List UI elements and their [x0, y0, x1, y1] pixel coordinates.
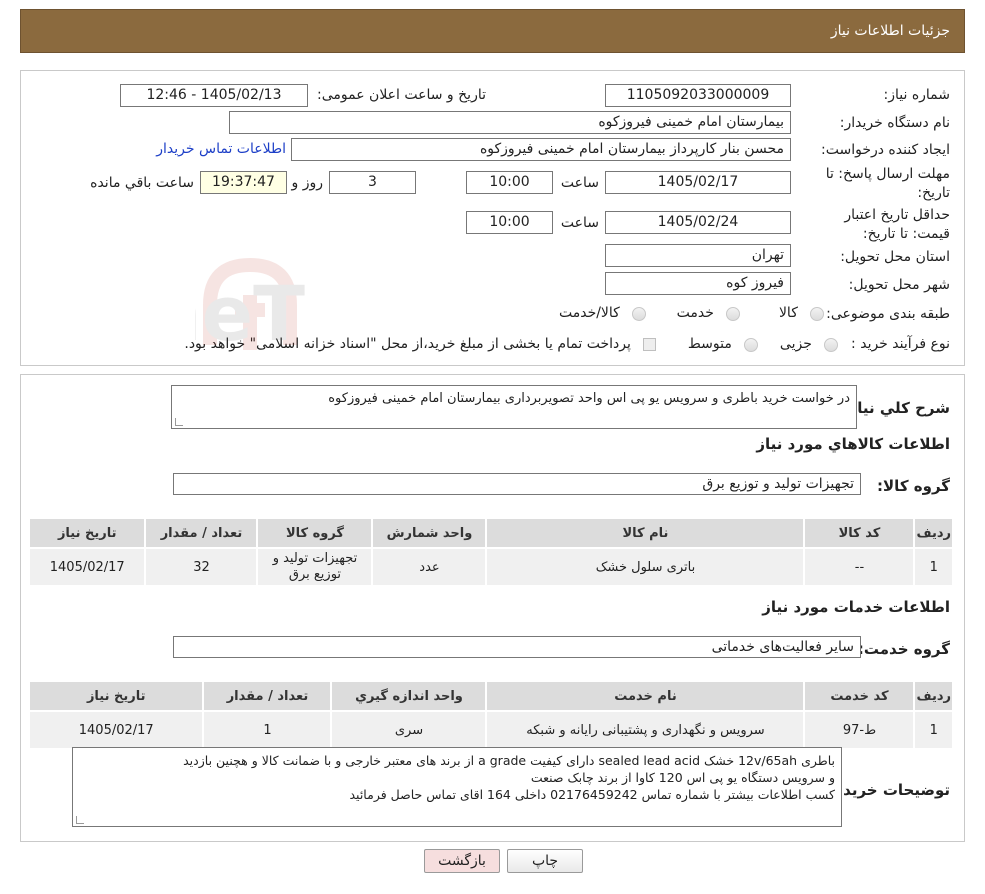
services-table: رديف کد خدمت نام خدمت واحد اندازه گيري ت… [27, 680, 954, 750]
process-label: نوع فرآیند خرید : [851, 336, 950, 352]
buyer-notes-line: و سرویس دستگاه یو پی اس 120 کاوا از برند… [530, 770, 835, 785]
deadline-time-field: 10:00 [466, 171, 553, 194]
city-field: فیروز کوه [605, 272, 791, 295]
process-minor-radio[interactable] [824, 337, 838, 352]
col-goods-code: کد کالا [803, 517, 916, 549]
validity-label: حداقل تاریخ اعتبار قیمت: تا تاریخ: [844, 207, 950, 242]
goods-group-field: تجهیزات تولید و توزیع برق [173, 473, 861, 495]
cell-service-name: سرویس و نگهداری و پشتیبانی رایانه و شبکه [485, 710, 806, 750]
process-medium-radio[interactable] [744, 337, 758, 352]
category-both-option[interactable]: کالا/خدمت [559, 305, 646, 321]
category-goods-radio[interactable] [810, 306, 824, 321]
validity-time-label: ساعت [560, 215, 599, 231]
services-section-title: اطلاعات خدمات مورد نياز [762, 598, 950, 616]
creator-field: محسن بنار کارپرداز بیمارستان امام خمینی … [291, 138, 791, 161]
cell-quantity: 32 [144, 547, 259, 587]
buyer-org-field: بیمارستان امام خمینی فیروزکوه [229, 111, 791, 134]
back-button[interactable]: بازگشت [424, 849, 500, 873]
process-minor-option[interactable]: جزیی [780, 336, 838, 352]
col-quantity: تعداد / مقدار [144, 517, 259, 549]
table-row: 1 -- باتری سلول خشک عدد تجهیزات تولید و … [27, 547, 954, 587]
need-number-label: شماره نیاز: [883, 87, 951, 103]
need-info-panel: شماره نیاز: 1105092033000009 تاریخ و ساع… [20, 70, 965, 366]
deadline-time-label: ساعت [560, 175, 599, 191]
deadline-label: مهلت ارسال پاسخ: تا تاریخ: [825, 166, 950, 201]
goods-section-title: اطلاعات کالاهاي مورد نياز [756, 435, 950, 453]
col-goods-group: گروه کالا [256, 517, 374, 549]
treasury-payment-option[interactable]: پرداخت تمام یا بخشی از مبلغ خرید،از محل … [184, 336, 656, 352]
col-goods-name: نام کالا [485, 517, 806, 549]
buyer-contact-link[interactable]: اطلاعات تماس خریدار [156, 141, 286, 157]
province-label: استان محل تحویل: [840, 249, 950, 265]
service-group-label: گروه خدمت: [857, 640, 950, 658]
validity-date-field: 1405/02/24 [605, 211, 791, 234]
service-group-field: سایر فعالیت‌های خدماتی [173, 636, 861, 658]
col-service-name: نام خدمت [485, 680, 806, 712]
cell-goods-code: -- [803, 547, 916, 587]
resize-handle-icon[interactable] [76, 816, 84, 824]
cell-goods-group: تجهیزات تولید و توزیع برق [256, 547, 374, 587]
announce-field: 1405/02/13 - 12:46 [120, 84, 308, 107]
deadline-date-field: 1405/02/17 [605, 171, 791, 194]
cell-row: 1 [913, 547, 954, 587]
table-row: 1 ط-97 سرویس و نگهداری و پشتیبانی رایانه… [27, 710, 954, 750]
cell-quantity: 1 [202, 710, 333, 750]
city-label: شهر محل تحویل: [848, 277, 950, 293]
process-medium-option[interactable]: متوسط [688, 336, 758, 352]
need-number-field: 1105092033000009 [605, 84, 791, 107]
cell-need-date: 1405/02/17 [27, 547, 147, 587]
cell-measure-unit: سری [330, 710, 488, 750]
col-unit: واحد شمارش [371, 517, 488, 549]
col-quantity: تعداد / مقدار [202, 680, 333, 712]
category-goods-option[interactable]: کالا [779, 305, 824, 321]
buyer-notes-line: کسب اطلاعات بیشتر با شماره تماس 02176459… [349, 787, 836, 802]
buyer-org-label: نام دستگاه خریدار: [839, 115, 950, 131]
col-service-code: کد خدمت [803, 680, 916, 712]
buyer-notes-line: باطری 12v/65ah خشک sealed lead acid دارا… [183, 753, 835, 768]
days-field: 3 [329, 171, 416, 194]
summary-text: در خواست خرید باطری و سرویس یو پی اس واح… [328, 391, 850, 406]
remaining-label: ساعت باقي مانده [90, 175, 194, 191]
col-measure-unit: واحد اندازه گيري [330, 680, 488, 712]
cell-service-code: ط-97 [803, 710, 916, 750]
col-need-date: تاريخ نياز [27, 517, 147, 549]
announce-label: تاریخ و ساعت اعلان عمومی: [317, 87, 486, 103]
details-panel: شرح کلي نياز: در خواست خرید باطری و سروی… [20, 374, 965, 842]
category-service-option[interactable]: خدمت [677, 305, 740, 321]
cell-goods-name: باتری سلول خشک [485, 547, 806, 587]
cell-unit: عدد [371, 547, 488, 587]
col-row: رديف [913, 517, 954, 549]
goods-table: رديف کد کالا نام کالا واحد شمارش گروه کا… [27, 517, 954, 587]
creator-label: ایجاد کننده درخواست: [821, 142, 950, 158]
buyer-notes-label: توضیحات خریدار: [823, 781, 950, 799]
goods-group-label: گروه کالا: [877, 477, 950, 495]
services-table-header: رديف کد خدمت نام خدمت واحد اندازه گيري ت… [27, 680, 954, 712]
remaining-time-field: 19:37:47 [200, 171, 287, 194]
category-label: طبقه بندی موضوعی: [826, 306, 950, 322]
validity-time-field: 10:00 [466, 211, 553, 234]
resize-handle-icon[interactable] [175, 418, 183, 426]
cell-row: 1 [913, 710, 954, 750]
print-button[interactable]: چاپ [507, 849, 583, 873]
page-header: جزئیات اطلاعات نیاز [20, 9, 965, 53]
summary-textarea[interactable]: در خواست خرید باطری و سرویس یو پی اس واح… [171, 385, 857, 429]
province-field: تهران [605, 244, 791, 267]
days-label: روز و [291, 175, 324, 191]
buyer-notes-textarea[interactable]: باطری 12v/65ah خشک sealed lead acid دارا… [72, 747, 842, 827]
summary-label: شرح کلي نياز: [842, 399, 950, 417]
category-both-radio[interactable] [632, 306, 646, 321]
col-row: رديف [913, 680, 954, 712]
col-need-date: تاريخ نياز [27, 680, 205, 712]
goods-table-header: رديف کد کالا نام کالا واحد شمارش گروه کا… [27, 517, 954, 549]
treasury-payment-checkbox[interactable] [643, 338, 656, 351]
cell-need-date: 1405/02/17 [27, 710, 205, 750]
page-title: جزئیات اطلاعات نیاز [830, 23, 950, 39]
category-service-radio[interactable] [726, 306, 740, 321]
